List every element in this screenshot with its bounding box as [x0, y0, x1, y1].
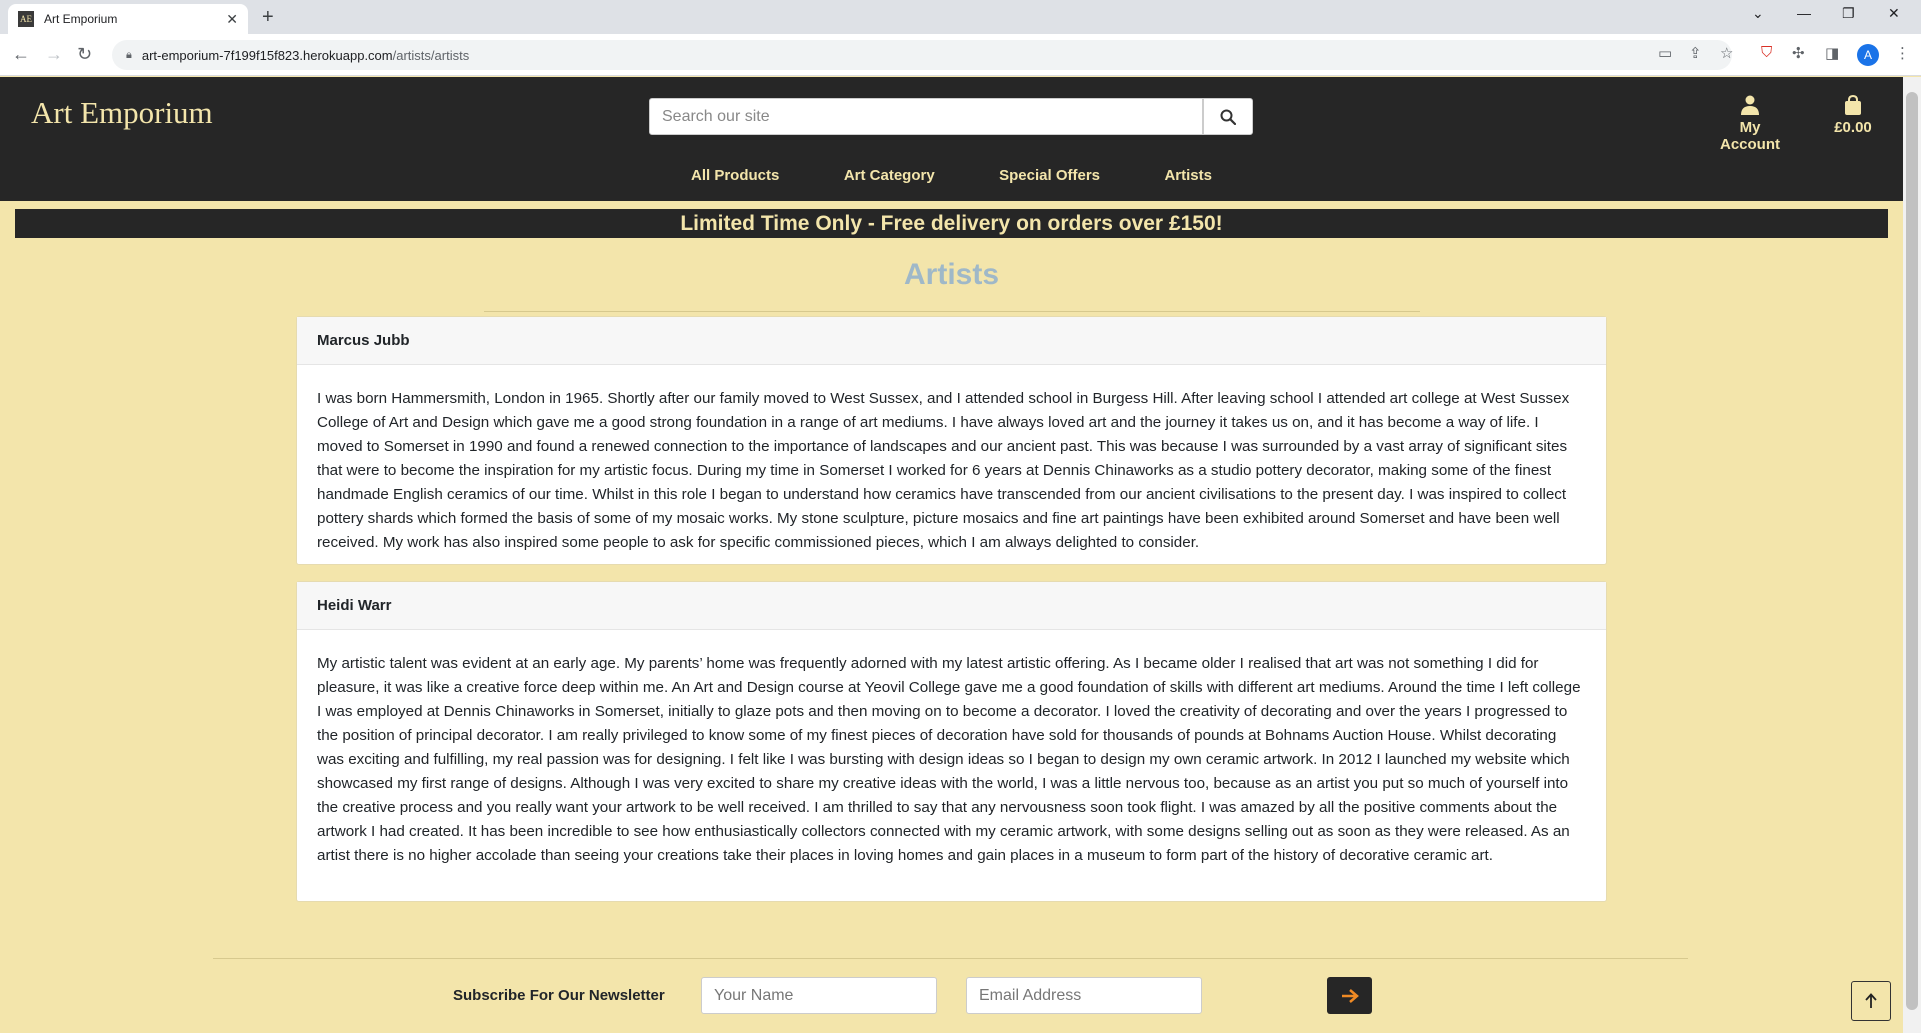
nav-special-offers[interactable]: Special Offers	[999, 167, 1100, 184]
favicon-icon: AE	[18, 11, 34, 27]
scrollbar-thumb[interactable]	[1906, 92, 1918, 1010]
browser-address-bar: ← → ↻ 🔒︎ art-emporium-7f199f15f823.herok…	[0, 34, 1921, 76]
browser-tab[interactable]: AE Art Emporium ✕	[8, 4, 248, 34]
reload-icon[interactable]: ↻	[77, 44, 92, 65]
forward-icon[interactable]: →	[45, 44, 63, 65]
search-input[interactable]	[649, 98, 1203, 135]
url-path: /artists/artists	[392, 47, 470, 63]
nav-all-products[interactable]: All Products	[691, 167, 779, 184]
cart-link[interactable]: £0.00	[1828, 94, 1878, 136]
url-host: art-emporium-7f199f15f823.herokuapp.com	[141, 47, 393, 63]
extensions-puzzle-icon[interactable]: ✣	[1792, 44, 1805, 62]
side-panel-icon[interactable]: ◨	[1825, 44, 1839, 62]
nav-art-category[interactable]: Art Category	[844, 167, 935, 184]
bookmark-star-icon[interactable]: ☆	[1720, 44, 1733, 62]
minimize-icon[interactable]: —	[1797, 5, 1811, 21]
search-form	[649, 98, 1254, 135]
promo-banner: Limited Time Only - Free delivery on ord…	[15, 209, 1888, 238]
artist-card: Marcus Jubb I was born Hammersmith, Lond…	[296, 316, 1607, 565]
artist-name: Heidi Warr	[297, 582, 1606, 630]
url-field[interactable]: 🔒︎ art-emporium-7f199f15f823.herokuapp.c…	[112, 40, 1732, 70]
my-account-link[interactable]: My Account	[1710, 95, 1790, 153]
newsletter-label: Subscribe For Our Newsletter	[453, 987, 665, 1004]
artist-bio: My artistic talent was evident at an ear…	[317, 655, 1581, 864]
arrow-right-icon	[1341, 988, 1359, 1003]
browser-tab-bar: AE Art Emporium ✕ + ⌄ — ❐ ✕	[0, 0, 1921, 34]
search-icon	[1220, 109, 1236, 125]
title-divider	[484, 311, 1420, 312]
install-app-icon[interactable]: ▭	[1658, 44, 1672, 62]
site-header: Art Emporium My Account £0.00 All Produc…	[0, 77, 1903, 203]
close-window-icon[interactable]: ✕	[1888, 5, 1900, 22]
search-button[interactable]	[1203, 98, 1253, 135]
extension-shield-icon[interactable]: ⛉	[1761, 44, 1772, 61]
newsletter-submit-button[interactable]	[1327, 977, 1372, 1014]
lock-icon: 🔒︎	[126, 48, 132, 61]
arrow-up-icon	[1865, 993, 1877, 1008]
shopping-bag-icon	[1845, 94, 1861, 115]
my-account-label: My Account	[1720, 119, 1780, 153]
back-icon[interactable]: ←	[12, 44, 30, 65]
browser-menu-icon[interactable]: ⋮	[1895, 44, 1910, 62]
close-tab-icon[interactable]: ✕	[226, 11, 238, 28]
page-title: Artists	[903, 258, 1000, 291]
main-nav: All Products Art Category Special Offers…	[0, 167, 1903, 185]
artist-card: Heidi Warr My artistic talent was eviden…	[296, 581, 1607, 902]
artist-bio: I was born Hammersmith, London in 1965. …	[317, 390, 1570, 551]
tab-title: Art Emporium	[44, 12, 118, 26]
back-to-top-button[interactable]	[1851, 981, 1891, 1021]
nav-artists[interactable]: Artists	[1164, 167, 1212, 184]
new-tab-icon[interactable]: +	[262, 6, 274, 29]
cart-total: £0.00	[1834, 119, 1872, 136]
footer-divider	[213, 958, 1688, 959]
newsletter-name-input[interactable]	[701, 977, 937, 1014]
tab-search-icon[interactable]: ⌄	[1752, 5, 1764, 22]
profile-avatar[interactable]: A	[1857, 44, 1879, 66]
share-icon[interactable]: ⇪	[1689, 44, 1702, 62]
site-logo[interactable]: Art Emporium	[31, 95, 213, 131]
newsletter-email-input[interactable]	[966, 977, 1202, 1014]
artist-name: Marcus Jubb	[297, 317, 1606, 365]
restore-icon[interactable]: ❐	[1842, 5, 1855, 22]
user-icon	[1741, 95, 1759, 115]
